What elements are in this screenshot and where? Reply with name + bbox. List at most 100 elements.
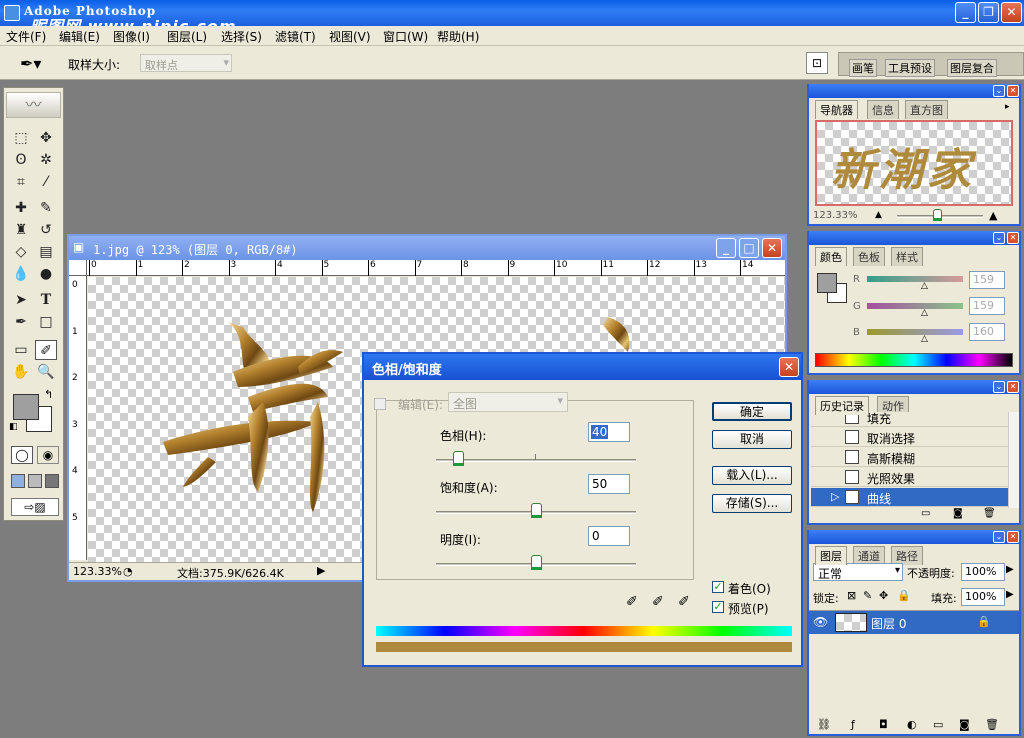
colorize-checkbox[interactable]: ✓ bbox=[712, 581, 724, 593]
lock-position-icon[interactable]: ✥ bbox=[879, 589, 888, 602]
tab-histogram[interactable]: 直方图 bbox=[905, 100, 948, 119]
menu-layer[interactable]: 图层(L) bbox=[167, 28, 207, 45]
color-panel-titlebar[interactable]: ⌄ ✕ bbox=[809, 231, 1019, 245]
hand-tool-icon[interactable]: ✋ bbox=[10, 362, 32, 382]
link-layers-icon[interactable]: ⛓ bbox=[817, 718, 831, 731]
feather-logo-icon[interactable]: 〰 bbox=[6, 92, 61, 118]
history-item[interactable]: 取消选择 bbox=[811, 428, 1019, 447]
history-brush-tool-icon[interactable]: ↺ bbox=[35, 220, 57, 240]
fill-arrow-icon[interactable]: ▶ bbox=[1006, 589, 1014, 600]
channel-g-input[interactable]: 159 bbox=[969, 297, 1005, 315]
history-minimize-button[interactable]: ⌄ bbox=[993, 381, 1005, 393]
tab-layers[interactable]: 图层 bbox=[815, 546, 847, 565]
lock-pixels-icon[interactable]: ✎ bbox=[863, 589, 872, 602]
dialog-titlebar[interactable]: 色相/饱和度 bbox=[364, 354, 801, 380]
zoom-in-icon[interactable]: ▲ bbox=[989, 209, 997, 222]
navigator-preview[interactable]: 新潮家 bbox=[815, 120, 1013, 206]
layers-panel-titlebar[interactable]: ⌄ ✕ bbox=[809, 530, 1019, 544]
default-colors-icon[interactable]: ◧ bbox=[9, 422, 18, 432]
delete-state-icon[interactable]: 🗑 bbox=[983, 508, 996, 519]
ok-button[interactable]: 确定 bbox=[712, 402, 792, 421]
zoom-level[interactable]: 123.33% bbox=[73, 565, 122, 578]
history-item-selected[interactable]: ▷ 曲线 bbox=[811, 488, 1019, 507]
tab-swatches[interactable]: 色板 bbox=[853, 247, 885, 266]
crop-tool-icon[interactable]: ⌗ bbox=[10, 172, 32, 192]
new-document-from-state-icon[interactable]: ▭ bbox=[921, 508, 930, 519]
tab-color[interactable]: 颜色 bbox=[815, 247, 847, 266]
history-scrollbar[interactable] bbox=[1008, 412, 1019, 508]
layers-minimize-button[interactable]: ⌄ bbox=[993, 531, 1005, 543]
tab-history[interactable]: 历史记录 bbox=[815, 396, 869, 415]
hue-slider-thumb[interactable] bbox=[453, 451, 465, 466]
menu-view[interactable]: 视图(V) bbox=[329, 28, 371, 45]
hue-slider[interactable] bbox=[436, 459, 636, 462]
close-button[interactable]: ✕ bbox=[1001, 2, 1022, 23]
color-fg-swatch[interactable] bbox=[817, 273, 837, 293]
adjustment-layer-icon[interactable]: ◐ bbox=[907, 718, 917, 731]
well-tab-brushes[interactable]: 画笔 bbox=[849, 59, 877, 77]
slice-tool-icon[interactable]: ⁄ bbox=[35, 172, 57, 192]
notes-tool-icon[interactable]: ▭ bbox=[10, 340, 32, 360]
layers-close-button[interactable]: ✕ bbox=[1007, 531, 1019, 543]
channel-g-thumb-icon[interactable]: △ bbox=[921, 308, 928, 318]
color-minimize-button[interactable]: ⌄ bbox=[993, 232, 1005, 244]
marquee-tool-icon[interactable]: ⬚ bbox=[10, 128, 32, 148]
delete-layer-icon[interactable]: 🗑 bbox=[985, 718, 999, 731]
menu-filter[interactable]: 滤镜(T) bbox=[275, 28, 316, 45]
history-brush-source-icon[interactable]: ▷ bbox=[831, 490, 839, 503]
menu-window[interactable]: 窗口(W) bbox=[383, 28, 428, 45]
dodge-tool-icon[interactable]: ● bbox=[35, 264, 57, 284]
channel-r-thumb-icon[interactable]: △ bbox=[921, 281, 928, 291]
edit-select[interactable]: 全图 ▾ bbox=[448, 392, 568, 412]
blend-mode-select[interactable]: 正常 ▾ bbox=[813, 563, 903, 581]
opacity-input[interactable]: 100% bbox=[961, 563, 1005, 581]
zoom-out-icon[interactable]: ▲ bbox=[875, 210, 882, 220]
channel-b-input[interactable]: 160 bbox=[969, 323, 1005, 341]
shape-tool-icon[interactable]: □ bbox=[35, 312, 57, 332]
new-snapshot-icon[interactable]: ◙ bbox=[953, 508, 963, 519]
opacity-arrow-icon[interactable]: ▶ bbox=[1006, 564, 1014, 575]
well-tab-tool-presets[interactable]: 工具预设 bbox=[885, 59, 935, 77]
doc-minimize-button[interactable]: _ bbox=[716, 238, 736, 258]
lock-all-icon[interactable]: 🔒 bbox=[897, 589, 911, 602]
history-item[interactable]: 光照效果 bbox=[811, 468, 1019, 487]
saturation-slider-thumb[interactable] bbox=[531, 503, 542, 518]
eye-icon[interactable]: 👁 bbox=[813, 615, 828, 629]
navigator-zoom[interactable]: 123.33% bbox=[813, 210, 858, 221]
channel-g-slider[interactable] bbox=[867, 303, 963, 309]
navigator-close-button[interactable]: ✕ bbox=[1007, 85, 1019, 97]
move-tool-icon[interactable]: ✥ bbox=[35, 128, 57, 148]
zoom-tool-icon[interactable]: 🔍 bbox=[35, 362, 57, 382]
tab-styles[interactable]: 样式 bbox=[891, 247, 923, 266]
standard-mode-icon[interactable]: ◯ bbox=[11, 446, 33, 464]
sample-size-select[interactable]: 取样点 ▾ bbox=[140, 54, 232, 72]
menu-file[interactable]: 文件(F) bbox=[6, 28, 46, 45]
menu-select[interactable]: 选择(S) bbox=[221, 28, 262, 45]
lightness-slider-thumb[interactable] bbox=[531, 555, 542, 570]
layer-row[interactable]: 👁 图层 0 🔒 bbox=[809, 610, 1019, 634]
navigator-zoom-thumb[interactable] bbox=[933, 209, 942, 221]
navigator-panel-titlebar[interactable]: ⌄ ✕ bbox=[809, 84, 1019, 98]
doc-close-button[interactable]: ✕ bbox=[762, 238, 782, 258]
lasso-tool-icon[interactable]: ʘ bbox=[10, 150, 32, 170]
brush-tool-icon[interactable]: ✎ bbox=[35, 198, 57, 218]
eyedropper-minus-icon[interactable]: ✐ bbox=[678, 594, 690, 610]
panel-menu-icon[interactable]: ▸ bbox=[1005, 102, 1010, 112]
type-tool-icon[interactable]: T bbox=[35, 290, 57, 310]
dialog-close-button[interactable]: ✕ bbox=[779, 357, 799, 377]
blur-tool-icon[interactable]: 💧 bbox=[10, 264, 32, 284]
lightness-input[interactable]: 0 bbox=[588, 526, 630, 546]
menu-edit[interactable]: 编辑(E) bbox=[59, 28, 100, 45]
foreground-color-swatch[interactable] bbox=[13, 394, 39, 420]
minimize-button[interactable]: _ bbox=[955, 2, 976, 23]
preview-checkbox[interactable]: ✓ bbox=[712, 601, 724, 613]
lock-transparency-icon[interactable]: ⊠ bbox=[847, 589, 856, 602]
channel-r-slider[interactable] bbox=[867, 276, 963, 282]
file-browser-icon[interactable]: ⊡ bbox=[806, 52, 828, 74]
screen-mode-full-menu-icon[interactable] bbox=[28, 474, 42, 488]
gradient-tool-icon[interactable]: ▤ bbox=[35, 242, 57, 262]
eyedropper-icon[interactable]: ✐ bbox=[626, 594, 638, 610]
doc-maximize-button[interactable]: □ bbox=[739, 238, 759, 258]
saturation-input[interactable]: 50 bbox=[588, 474, 630, 494]
save-button[interactable]: 存储(S)... bbox=[712, 494, 792, 513]
